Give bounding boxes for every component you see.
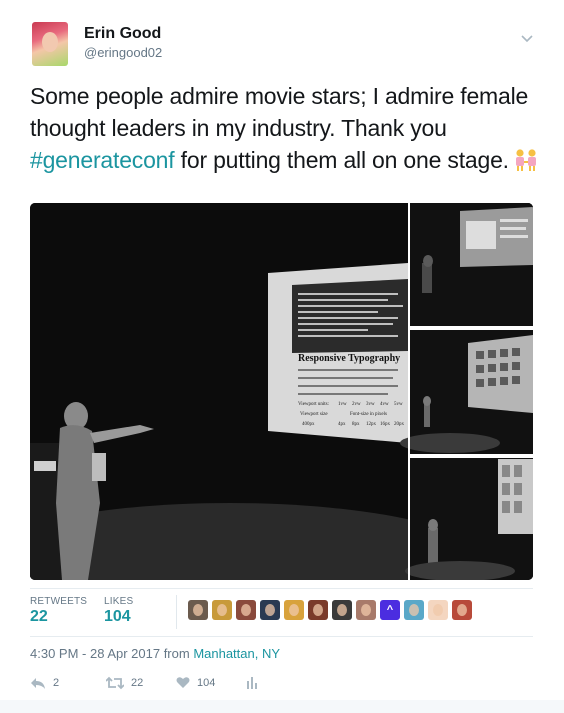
location-link[interactable]: Manhattan, NY — [193, 646, 280, 661]
tweet-text-part: Some people admire movie stars; I admire… — [30, 83, 529, 141]
chevron-down-icon[interactable] — [520, 34, 534, 44]
slide-table-sub-0: Viewport size — [300, 412, 328, 417]
author-handle[interactable]: @eringood02 — [84, 45, 162, 60]
liker-avatar-8[interactable] — [356, 600, 376, 620]
divider-middle — [30, 636, 533, 637]
like-action-count: 104 — [197, 676, 216, 689]
author-avatar[interactable] — [32, 22, 68, 66]
retweets-count[interactable]: 22 — [30, 608, 48, 626]
two-women-holding-hands-emoji — [515, 149, 536, 171]
avatar-face — [193, 604, 203, 616]
like-button[interactable]: 104 — [176, 676, 215, 689]
liker-avatar-10[interactable] — [404, 600, 424, 620]
page-footer — [0, 700, 564, 713]
tweet-meta: 4:30 PM - 28 Apr 2017 from Manhattan, NY — [30, 646, 280, 661]
slide-table-header-5: 5vw — [394, 402, 403, 407]
hashtag-link[interactable]: #generateconf — [30, 147, 175, 173]
retweet-button[interactable]: 22 — [106, 676, 143, 690]
liker-avatar-9[interactable]: ^ — [380, 600, 400, 620]
liker-avatar-6[interactable] — [308, 600, 328, 620]
slide-table-row-2: 8px — [352, 422, 360, 427]
analytics-button[interactable] — [246, 676, 258, 689]
liker-avatar-5[interactable] — [284, 600, 304, 620]
tweet-text: Some people admire movie stars; I admire… — [30, 80, 540, 176]
liker-avatar-12[interactable] — [452, 600, 472, 620]
author-name[interactable]: Erin Good — [84, 25, 161, 43]
avatar-face — [265, 604, 275, 616]
avatar-face — [433, 604, 443, 616]
slide-table-row-1: 4px — [338, 422, 346, 427]
timestamp[interactable]: 4:30 PM - 28 Apr 2017 from — [30, 646, 193, 661]
avatar-face — [289, 604, 299, 616]
slide-table-row-3: 12px — [366, 422, 377, 427]
slide-table-header-0: Viewport units: — [298, 402, 329, 407]
slide-table-row-0: 400px — [302, 422, 315, 427]
liker-avatar-2[interactable] — [212, 600, 232, 620]
tweet-text-part: for putting them all on one stage. — [174, 147, 509, 173]
slide-table-header-3: 3vw — [366, 402, 375, 407]
reply-button[interactable]: 2 — [30, 676, 59, 690]
likes-label: LIKES — [104, 596, 134, 607]
retweet-icon — [106, 676, 124, 690]
avatar-face — [217, 604, 227, 616]
reply-count: 2 — [53, 677, 60, 689]
analytics-icon — [247, 677, 257, 689]
slide-table-header-4: 4vw — [380, 402, 389, 407]
heart-icon — [176, 677, 190, 688]
likes-count[interactable]: 104 — [104, 608, 131, 626]
liker-avatar-7[interactable] — [332, 600, 352, 620]
liker-avatar-11[interactable] — [428, 600, 448, 620]
avatar-face — [361, 604, 371, 616]
liker-avatar-3[interactable] — [236, 600, 256, 620]
retweets-label: RETWEETS — [30, 596, 88, 607]
slide-table-row-4: 16px — [380, 422, 391, 427]
reply-icon — [31, 678, 45, 689]
avatar-face — [337, 604, 347, 616]
slide-table-row-5: 20px — [394, 422, 405, 427]
slide-table-sub-1: Font-size in pixels — [350, 412, 387, 417]
retweet-action-count: 22 — [131, 677, 144, 689]
liker-avatar-4[interactable] — [260, 600, 280, 620]
divider-top — [30, 588, 533, 589]
conference-photo: Responsive Typography Viewport units: 1v… — [30, 203, 533, 580]
avatar-face — [409, 604, 419, 616]
liker-avatar-1[interactable] — [188, 600, 208, 620]
avatar-face — [457, 604, 467, 616]
slide-table-header-1: 1vw — [338, 402, 347, 407]
avatar-face — [241, 604, 251, 616]
slide-table-header-2: 2vw — [352, 402, 361, 407]
avatar-face — [313, 604, 323, 616]
tweet-actions: 2 22 104 — [30, 676, 533, 696]
tweet-photo[interactable]: Responsive Typography Viewport units: 1v… — [30, 203, 533, 580]
stats-divider — [176, 595, 177, 629]
slide-heading: Responsive Typography — [298, 353, 400, 364]
